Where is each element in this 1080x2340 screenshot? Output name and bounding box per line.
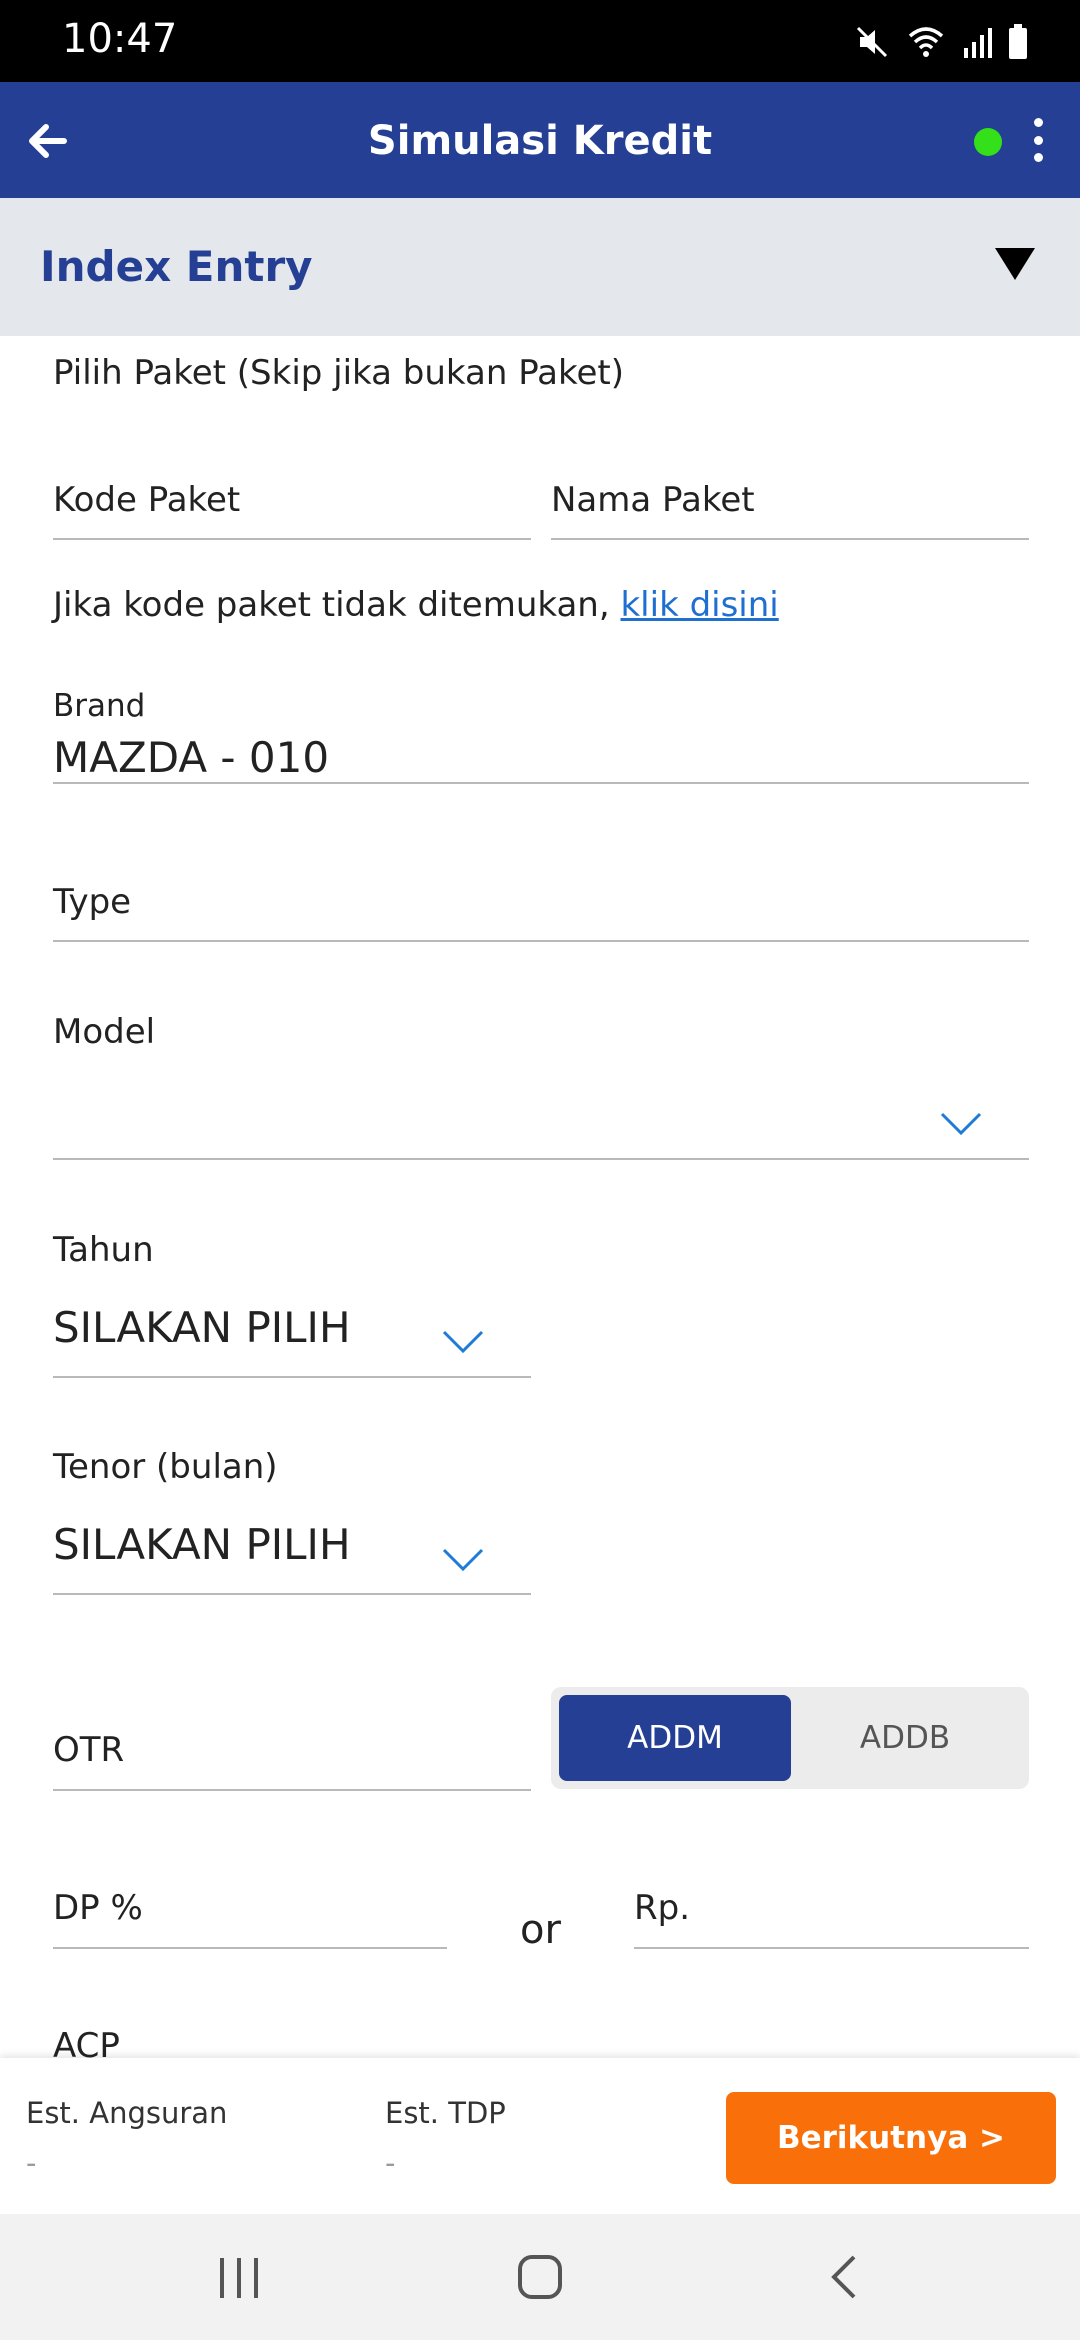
- system-nav-bar: [0, 2214, 1080, 2340]
- tenor-dropdown[interactable]: SILAKAN PILIH: [53, 1520, 351, 1569]
- kode-paket-underline: [53, 538, 531, 540]
- brand-label: Brand: [53, 688, 146, 724]
- otr-input[interactable]: OTR: [53, 1730, 124, 1770]
- type-input[interactable]: Type: [53, 882, 131, 922]
- tdp-label: Est. TDP: [385, 2096, 506, 2130]
- next-button[interactable]: Berikutnya >: [726, 2092, 1056, 2184]
- or-separator: or: [520, 1907, 561, 1953]
- tenor-chevron-down-icon[interactable]: [442, 1548, 484, 1572]
- collapse-triangle-icon[interactable]: [995, 248, 1035, 280]
- tahun-underline: [53, 1376, 531, 1378]
- model-dropdown[interactable]: [53, 1070, 1029, 1160]
- angsuran-label: Est. Angsuran: [26, 2096, 228, 2130]
- addm-option[interactable]: ADDM: [559, 1695, 791, 1781]
- tahun-chevron-down-icon[interactable]: [442, 1330, 484, 1354]
- home-icon[interactable]: [517, 2254, 563, 2300]
- status-icons: [854, 20, 1028, 64]
- status-bar: 10:47: [0, 0, 1080, 82]
- otr-underline: [53, 1789, 531, 1791]
- online-status-indicator: [974, 128, 1002, 156]
- tenor-underline: [53, 1593, 531, 1595]
- addm-addb-toggle: ADDM ADDB: [551, 1687, 1029, 1789]
- mute-icon: [856, 26, 888, 58]
- angsuran-value: -: [26, 2146, 37, 2180]
- app-bar: Simulasi Kredit: [0, 82, 1080, 198]
- battery-icon: [1009, 24, 1027, 59]
- tahun-label: Tahun: [53, 1230, 154, 1270]
- recent-apps-icon[interactable]: [218, 2256, 260, 2300]
- model-label: Model: [53, 1012, 156, 1052]
- back-nav-icon[interactable]: [828, 2254, 858, 2300]
- type-underline: [53, 940, 1029, 942]
- section-title: Index Entry: [40, 242, 313, 291]
- index-entry-header[interactable]: Index Entry: [0, 198, 1080, 336]
- click-here-link[interactable]: klik disini: [620, 585, 778, 625]
- tdp-value: -: [385, 2146, 396, 2180]
- dp-percent-underline: [53, 1947, 447, 1949]
- kode-paket-field[interactable]: Kode Paket: [53, 480, 240, 520]
- page-title: Simulasi Kredit: [367, 118, 713, 164]
- dp-percent-input[interactable]: DP %: [53, 1888, 143, 1928]
- dp-rupiah-underline: [634, 1947, 1029, 1949]
- tenor-label: Tenor (bulan): [53, 1447, 278, 1487]
- addb-option[interactable]: ADDB: [789, 1695, 1021, 1781]
- brand-input[interactable]: MAZDA - 010: [53, 733, 329, 782]
- nama-paket-underline: [551, 538, 1029, 540]
- more-options-icon[interactable]: [1028, 118, 1048, 162]
- signal-icon: [964, 28, 992, 58]
- nama-paket-field[interactable]: Nama Paket: [551, 480, 755, 520]
- package-prompt: Pilih Paket (Skip jika bukan Paket): [53, 353, 625, 393]
- package-not-found-text: Jika kode paket tidak ditemukan, klik di…: [53, 585, 779, 625]
- model-underline: [53, 1158, 1029, 1160]
- model-chevron-down-icon[interactable]: [940, 1112, 982, 1136]
- brand-underline: [53, 782, 1029, 784]
- tahun-dropdown[interactable]: SILAKAN PILIH: [53, 1303, 351, 1352]
- dp-rupiah-input[interactable]: Rp.: [634, 1888, 690, 1928]
- wifi-icon: [908, 27, 944, 57]
- status-time: 10:47: [62, 16, 178, 62]
- not-found-message: Jika kode paket tidak ditemukan,: [53, 585, 621, 625]
